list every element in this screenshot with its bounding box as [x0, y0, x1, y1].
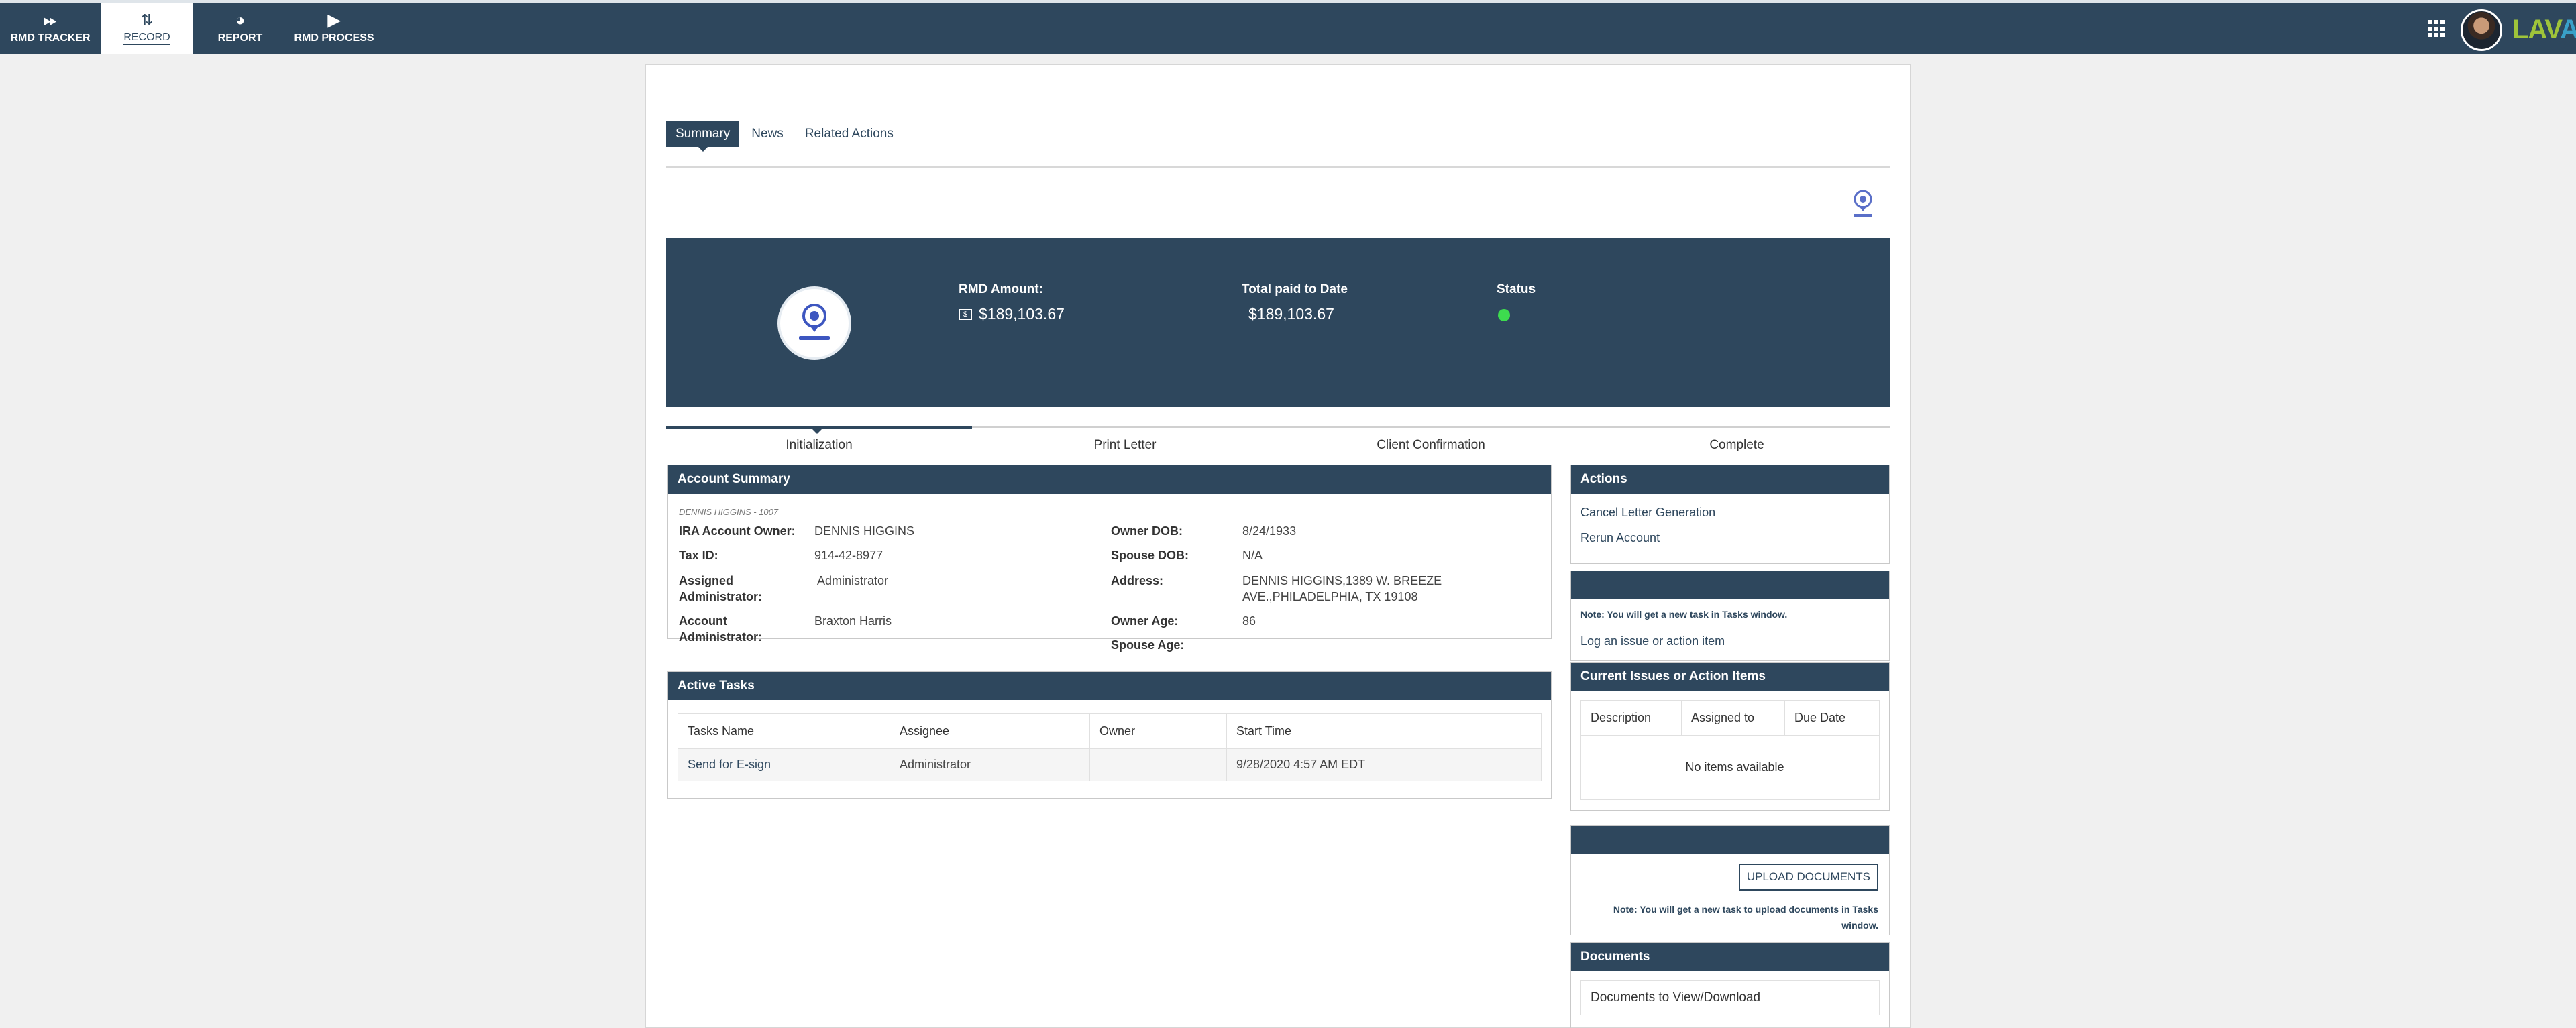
tab-news[interactable]: News — [742, 121, 793, 147]
task-start-cell: 9/28/2020 4:57 AM EDT — [1226, 748, 1542, 781]
col-due-date[interactable]: Due Date — [1784, 700, 1880, 736]
address-value: DENNIS HIGGINS,1389 W. BREEZE AVE.,PHILA… — [1242, 574, 1442, 604]
record-tabs: Summary News Related Actions — [666, 121, 906, 152]
nav-record[interactable]: ⇅ RECORD — [101, 3, 193, 54]
tax-id-value: 914-42-8977 — [814, 549, 883, 562]
tab-summary[interactable]: Summary — [666, 121, 740, 152]
summary-banner: RMD Amount: $ $189,103.67 Total paid to … — [666, 238, 1890, 407]
col-start-time[interactable]: Start Time — [1226, 713, 1542, 749]
app-grid-icon[interactable] — [2428, 20, 2446, 38]
owner-dob-value: 8/24/1933 — [1242, 524, 1297, 538]
current-issues-table: Description Assigned to Due Date No item… — [1580, 700, 1880, 800]
brand-logo: LAVA — [2512, 15, 2576, 44]
total-paid-value: $189,103.67 — [1248, 305, 1334, 323]
documents-panel: Documents Documents to View/Download — [1570, 942, 1890, 1028]
col-assignee[interactable]: Assignee — [890, 713, 1090, 749]
account-admin-value: Braxton Harris — [814, 614, 892, 628]
owner-age-label: Owner Age: — [1111, 614, 1179, 628]
step-print-letter[interactable]: Print Letter — [972, 438, 1278, 453]
documents-title: Documents — [1571, 943, 1889, 971]
actions-panel: Actions Cancel Letter Generation Rerun A… — [1570, 465, 1890, 564]
fast-forward-icon: ⏩︎ — [44, 11, 57, 30]
nav-report[interactable]: ◕ REPORT — [201, 3, 279, 54]
task-assignee-cell: Administrator — [890, 748, 1090, 781]
nav-rmd-tracker[interactable]: ⏩︎ RMD TRACKER — [0, 3, 101, 54]
account-summary-panel: Account Summary DENNIS HIGGINS - 1007 IR… — [667, 465, 1552, 652]
active-tasks-panel: Active Tasks Tasks Name Assignee Owner S… — [667, 671, 1552, 799]
issues-header-row: Description Assigned to Due Date — [1580, 700, 1880, 736]
upload-documents-button[interactable]: UPLOAD DOCUMENTS — [1738, 864, 1878, 891]
step-client-confirmation[interactable]: Client Confirmation — [1278, 438, 1584, 453]
upload-panel-header — [1571, 826, 1889, 854]
play-icon: ▶ — [327, 11, 341, 30]
user-avatar[interactable] — [2461, 9, 2502, 51]
money-icon: $ — [959, 308, 972, 320]
current-issues-title: Current Issues or Action Items — [1571, 663, 1889, 691]
documents-view-download[interactable]: Documents to View/Download — [1580, 980, 1880, 1015]
account-subtitle: DENNIS HIGGINS - 1007 — [679, 507, 779, 517]
spouse-dob-value: N/A — [1242, 549, 1263, 562]
step-complete[interactable]: Complete — [1584, 438, 1890, 453]
ira-owner-value: DENNIS HIGGINS — [814, 524, 915, 538]
status-label: Status — [1497, 282, 1536, 296]
table-row[interactable]: Send for E-sign Administrator 9/28/2020 … — [678, 748, 1542, 781]
actions-title: Actions — [1571, 465, 1889, 494]
upload-panel: UPLOAD DOCUMENTS Note: You will get a ne… — [1570, 825, 1890, 935]
assigned-admin-label: Assigned Administrator: — [679, 574, 763, 604]
rmd-amount-value: $189,103.67 — [979, 305, 1065, 323]
step-initialization[interactable]: Initialization — [666, 438, 972, 453]
nav-report-label: REPORT — [217, 32, 263, 44]
rmd-tracker-logo — [777, 286, 851, 360]
owner-age-value: 86 — [1242, 614, 1256, 628]
task-owner-cell — [1089, 748, 1227, 781]
log-issue-link[interactable]: Log an issue or action item — [1580, 634, 1725, 648]
pie-chart-icon: ◕ — [235, 11, 246, 30]
issue-panel-header — [1571, 571, 1889, 599]
account-summary-title: Account Summary — [668, 465, 1551, 494]
rmd-tracker-logo-icon — [799, 304, 830, 340]
page-scrollbar[interactable] — [2564, 64, 2576, 1028]
rmd-tracker-small-logo-icon — [1854, 190, 1872, 217]
address-label: Address: — [1111, 574, 1164, 587]
task-name-cell[interactable]: Send for E-sign — [678, 748, 890, 781]
top-nav-bar: ⏩︎ RMD TRACKER ⇅ RECORD ◕ REPORT ▶ RMD P… — [0, 0, 2576, 54]
col-description[interactable]: Description — [1580, 700, 1682, 736]
nav-rmd-process-label: RMD PROCESS — [294, 32, 374, 44]
active-tasks-table: Tasks Name Assignee Owner Start Time Sen… — [678, 713, 1542, 781]
rmd-amount-label: RMD Amount: — [959, 282, 1043, 296]
total-paid-label: Total paid to Date — [1242, 282, 1348, 296]
sort-icon: ⇅ — [140, 11, 154, 28]
nav-rmd-tracker-label: RMD TRACKER — [10, 32, 91, 44]
cancel-letter-link[interactable]: Cancel Letter Generation — [1580, 506, 1715, 520]
rmd-amount: $ $189,103.67 — [959, 305, 1065, 323]
account-admin-label: Account Administrator: — [679, 614, 763, 644]
status-indicator — [1498, 309, 1510, 321]
col-assigned-to[interactable]: Assigned to — [1681, 700, 1785, 736]
rerun-account-link[interactable]: Rerun Account — [1580, 531, 1660, 545]
tab-divider — [666, 166, 1890, 168]
nav-rmd-process[interactable]: ▶ RMD PROCESS — [287, 3, 381, 54]
current-issues-panel: Current Issues or Action Items Descripti… — [1570, 662, 1890, 811]
tax-id-label: Tax ID: — [679, 549, 718, 562]
assigned-admin-value: Administrator — [817, 574, 889, 587]
spouse-dob-label: Spouse DOB: — [1111, 549, 1189, 562]
issue-panel: Note: You will get a new task in Tasks w… — [1570, 571, 1890, 661]
spouse-age-label: Spouse Age: — [1111, 638, 1185, 652]
active-tasks-title: Active Tasks — [668, 672, 1551, 700]
progress-caret — [811, 428, 823, 434]
tab-related-actions[interactable]: Related Actions — [796, 121, 903, 147]
table-header-row: Tasks Name Assignee Owner Start Time — [678, 713, 1542, 749]
owner-dob-label: Owner DOB: — [1111, 524, 1183, 538]
nav-record-label: RECORD — [123, 32, 170, 45]
issue-note: Note: You will get a new task in Tasks w… — [1580, 609, 1788, 620]
col-tasks-name[interactable]: Tasks Name — [678, 713, 890, 749]
issues-empty-row: No items available — [1580, 735, 1880, 800]
col-owner[interactable]: Owner — [1089, 713, 1227, 749]
upload-note: Note: You will get a new task to upload … — [1613, 904, 1878, 931]
ira-owner-label: IRA Account Owner: — [679, 524, 796, 538]
no-items-text: No items available — [1580, 735, 1880, 800]
record-card: Summary News Related Actions RMD Amount:… — [645, 64, 1911, 1028]
